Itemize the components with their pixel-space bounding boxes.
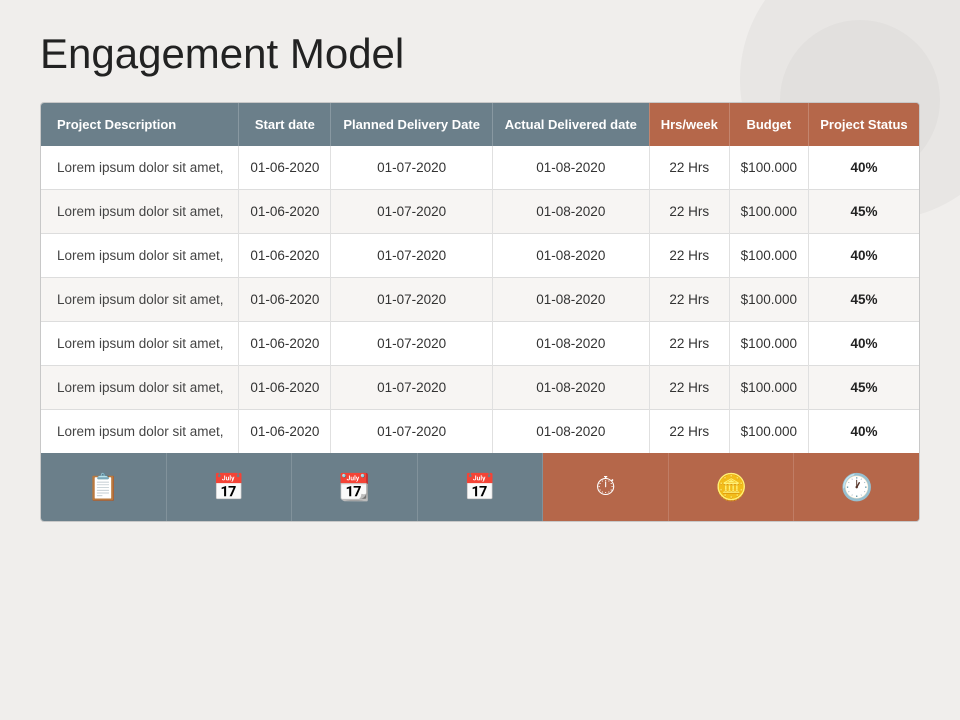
cell-hrs_week: 22 Hrs	[649, 410, 729, 454]
table-row: Lorem ipsum dolor sit amet,01-06-202001-…	[41, 366, 919, 410]
cell-project_description: Lorem ipsum dolor sit amet,	[41, 322, 239, 366]
calendar-icon-1: 📅	[167, 453, 293, 521]
cell-hrs_week: 22 Hrs	[649, 278, 729, 322]
cell-actual_delivered_date: 01-08-2020	[492, 146, 649, 190]
gauge-icon: 🕐	[794, 453, 919, 521]
cell-actual_delivered_date: 01-08-2020	[492, 366, 649, 410]
table-row: Lorem ipsum dolor sit amet,01-06-202001-…	[41, 146, 919, 190]
cell-actual_delivered_date: 01-08-2020	[492, 322, 649, 366]
cell-project_description: Lorem ipsum dolor sit amet,	[41, 410, 239, 454]
cell-actual_delivered_date: 01-08-2020	[492, 278, 649, 322]
cell-hrs_week: 22 Hrs	[649, 190, 729, 234]
cell-project_status: 40%	[808, 234, 919, 278]
cell-hrs_week: 22 Hrs	[649, 322, 729, 366]
cell-planned_delivery_date: 01-07-2020	[331, 410, 492, 454]
stopwatch-icon: ⏱	[543, 453, 669, 521]
col-header-project_description: Project Description	[41, 103, 239, 146]
page-title: Engagement Model	[40, 30, 920, 78]
table-body: Lorem ipsum dolor sit amet,01-06-202001-…	[41, 146, 919, 453]
cell-budget: $100.000	[729, 190, 808, 234]
col-header-budget: Budget	[729, 103, 808, 146]
cell-budget: $100.000	[729, 146, 808, 190]
cell-start_date: 01-06-2020	[239, 190, 331, 234]
icon-footer-row: 📋📅📆📅⏱🪙🕐	[41, 453, 919, 521]
cell-budget: $100.000	[729, 234, 808, 278]
cell-project_status: 40%	[808, 322, 919, 366]
table-row: Lorem ipsum dolor sit amet,01-06-202001-…	[41, 234, 919, 278]
table-row: Lorem ipsum dolor sit amet,01-06-202001-…	[41, 278, 919, 322]
cell-planned_delivery_date: 01-07-2020	[331, 322, 492, 366]
cell-project_description: Lorem ipsum dolor sit amet,	[41, 366, 239, 410]
cell-project_status: 45%	[808, 278, 919, 322]
cell-planned_delivery_date: 01-07-2020	[331, 278, 492, 322]
cell-start_date: 01-06-2020	[239, 366, 331, 410]
clipboard-icon: 📋	[41, 453, 167, 521]
cell-actual_delivered_date: 01-08-2020	[492, 234, 649, 278]
cell-budget: $100.000	[729, 366, 808, 410]
cell-project_description: Lorem ipsum dolor sit amet,	[41, 234, 239, 278]
coins-icon: 🪙	[669, 453, 795, 521]
cell-project_description: Lorem ipsum dolor sit amet,	[41, 146, 239, 190]
cell-actual_delivered_date: 01-08-2020	[492, 410, 649, 454]
table-row: Lorem ipsum dolor sit amet,01-06-202001-…	[41, 410, 919, 454]
cell-start_date: 01-06-2020	[239, 410, 331, 454]
cell-budget: $100.000	[729, 278, 808, 322]
calendar-icon-3: 📅	[418, 453, 544, 521]
cell-budget: $100.000	[729, 322, 808, 366]
cell-project_status: 40%	[808, 146, 919, 190]
cell-actual_delivered_date: 01-08-2020	[492, 190, 649, 234]
table-row: Lorem ipsum dolor sit amet,01-06-202001-…	[41, 190, 919, 234]
cell-planned_delivery_date: 01-07-2020	[331, 366, 492, 410]
table-header: Project DescriptionStart datePlanned Del…	[41, 103, 919, 146]
col-header-start_date: Start date	[239, 103, 331, 146]
cell-project_description: Lorem ipsum dolor sit amet,	[41, 190, 239, 234]
cell-start_date: 01-06-2020	[239, 234, 331, 278]
cell-start_date: 01-06-2020	[239, 278, 331, 322]
cell-project_status: 45%	[808, 366, 919, 410]
cell-start_date: 01-06-2020	[239, 322, 331, 366]
engagement-table: Project DescriptionStart datePlanned Del…	[40, 102, 920, 522]
cell-project_description: Lorem ipsum dolor sit amet,	[41, 278, 239, 322]
col-header-planned_delivery_date: Planned Delivery Date	[331, 103, 492, 146]
cell-budget: $100.000	[729, 410, 808, 454]
cell-project_status: 40%	[808, 410, 919, 454]
cell-hrs_week: 22 Hrs	[649, 366, 729, 410]
cell-planned_delivery_date: 01-07-2020	[331, 234, 492, 278]
cell-planned_delivery_date: 01-07-2020	[331, 190, 492, 234]
cell-start_date: 01-06-2020	[239, 146, 331, 190]
table-row: Lorem ipsum dolor sit amet,01-06-202001-…	[41, 322, 919, 366]
cell-project_status: 45%	[808, 190, 919, 234]
cell-planned_delivery_date: 01-07-2020	[331, 146, 492, 190]
col-header-project_status: Project Status	[808, 103, 919, 146]
col-header-hrs_week: Hrs/week	[649, 103, 729, 146]
calendar-icon-2: 📆	[292, 453, 418, 521]
col-header-actual_delivered_date: Actual Delivered date	[492, 103, 649, 146]
cell-hrs_week: 22 Hrs	[649, 234, 729, 278]
cell-hrs_week: 22 Hrs	[649, 146, 729, 190]
